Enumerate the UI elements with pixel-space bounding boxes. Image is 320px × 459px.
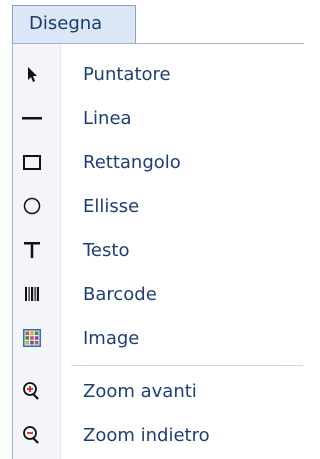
- text-icon: [19, 237, 45, 263]
- rectangle-icon: [19, 149, 45, 175]
- zoom-out-icon: [19, 422, 45, 448]
- menu-item-zoom-avanti[interactable]: Zoom avanti: [13, 370, 303, 414]
- menu-item-barcode[interactable]: Barcode: [13, 273, 303, 317]
- menu-item-image[interactable]: Image: [13, 317, 303, 361]
- menu-item-label: Ellisse: [83, 196, 140, 217]
- barcode-icon: [19, 281, 45, 307]
- image-icon: [19, 325, 45, 351]
- menu-item-label: Testo: [83, 240, 130, 261]
- ellipse-icon: [19, 193, 45, 219]
- menu-disegna[interactable]: Disegna: [12, 5, 136, 43]
- menu-item-label: Zoom indietro: [83, 425, 210, 446]
- menu-item-label: Zoom avanti: [83, 381, 197, 402]
- menu-item-label: Barcode: [83, 284, 157, 305]
- menu-item-rettangolo[interactable]: Rettangolo: [13, 141, 303, 185]
- menu-item-ellisse[interactable]: Ellisse: [13, 185, 303, 229]
- menu-item-label: Puntatore: [83, 64, 171, 85]
- menu-item-testo[interactable]: Testo: [13, 229, 303, 273]
- dropdown-menu: Puntatore Linea Rettangolo Ellisse Testo…: [12, 43, 304, 459]
- menu-item-label: Rettangolo: [83, 152, 181, 173]
- menu-item-label: Image: [83, 328, 140, 349]
- line-icon: [19, 105, 45, 131]
- menu-item-puntatore[interactable]: Puntatore: [13, 53, 303, 97]
- pointer-icon: [19, 61, 45, 87]
- menu-item-label: Linea: [83, 108, 132, 129]
- menu-separator: [71, 365, 303, 366]
- zoom-in-icon: [19, 378, 45, 404]
- menu-item-zoom-indietro[interactable]: Zoom indietro: [13, 414, 303, 458]
- menu-item-linea[interactable]: Linea: [13, 97, 303, 141]
- menu-bar: Disegna: [0, 0, 304, 44]
